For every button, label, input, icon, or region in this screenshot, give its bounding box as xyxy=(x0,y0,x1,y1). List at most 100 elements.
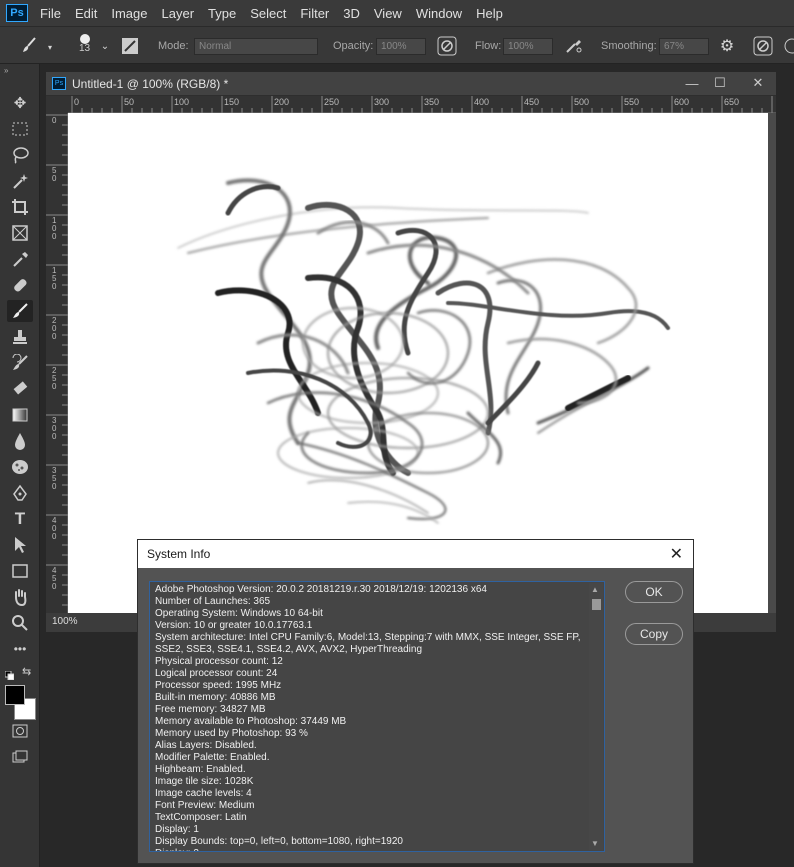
document-ps-icon: Ps xyxy=(52,77,66,90)
opacity-input[interactable]: 100% xyxy=(376,38,426,55)
ruler-v-label: 0 xyxy=(52,116,57,125)
mode-select[interactable]: Normal xyxy=(194,38,318,55)
brush-tool-preset-icon[interactable] xyxy=(18,35,40,55)
ruler-v-label: 50 xyxy=(52,166,57,183)
ruler-h-label: 300 xyxy=(374,97,390,107)
smoothing-input[interactable]: 67% xyxy=(659,38,709,55)
type-tool-icon[interactable]: T xyxy=(7,508,33,530)
menu-layer[interactable]: Layer xyxy=(162,6,195,21)
menu-file[interactable]: File xyxy=(40,6,61,21)
flow-input[interactable]: 100% xyxy=(503,38,553,55)
chevron-down-icon[interactable]: ▾ xyxy=(46,43,54,52)
info-line: Font Preview: Medium xyxy=(155,800,255,811)
info-line: Memory used by Photoshop: 93 % xyxy=(155,728,308,739)
pressure-size-icon[interactable] xyxy=(752,35,774,57)
pressure-opacity-icon[interactable] xyxy=(436,35,458,57)
sponge-tool-icon[interactable] xyxy=(7,456,33,478)
eraser-tool-icon[interactable] xyxy=(7,378,33,400)
info-line: Image tile size: 1028K xyxy=(155,776,254,787)
lasso-tool-icon[interactable] xyxy=(7,144,33,166)
document-title-bar: Ps Untitled-1 @ 100% (RGB/8) * — ☐ ✕ xyxy=(46,72,776,96)
opacity-label: Opacity: xyxy=(333,39,374,52)
screen-mode-icon[interactable] xyxy=(7,746,33,768)
airbrush-icon[interactable] xyxy=(563,35,585,57)
blur-tool-icon[interactable] xyxy=(7,430,33,452)
menu-view[interactable]: View xyxy=(374,6,402,21)
ruler-v-label: 150 xyxy=(52,266,57,291)
scrollbar-thumb[interactable] xyxy=(592,599,601,610)
close-icon[interactable]: ✕ xyxy=(670,544,683,564)
foreground-color-swatch[interactable] xyxy=(5,685,25,705)
ruler-h-label: 600 xyxy=(674,97,690,107)
ruler-h-label: 100 xyxy=(174,97,190,107)
brush-settings-panel-icon[interactable] xyxy=(120,36,140,56)
maximize-icon[interactable]: ☐ xyxy=(706,73,734,93)
info-line: Display: 1 xyxy=(155,824,199,835)
menu-select[interactable]: Select xyxy=(250,6,286,21)
info-line: Highbeam: Enabled. xyxy=(155,764,246,775)
gradient-tool-icon[interactable] xyxy=(7,404,33,426)
marquee-tool-icon[interactable] xyxy=(7,118,33,140)
frame-tool-icon[interactable] xyxy=(7,222,33,244)
crop-tool-icon[interactable] xyxy=(7,196,33,218)
zoom-tool-icon[interactable] xyxy=(7,612,33,634)
hand-tool-icon[interactable] xyxy=(7,586,33,608)
path-selection-tool-icon[interactable] xyxy=(7,534,33,556)
quick-mask-icon[interactable] xyxy=(7,720,33,742)
info-line: System architecture: Intel CPU Family:6,… xyxy=(155,632,581,643)
menu-type[interactable]: Type xyxy=(208,6,236,21)
gear-icon[interactable]: ⚙ xyxy=(716,35,738,57)
info-line: Display Bounds: top=0, left=0, bottom=10… xyxy=(155,836,403,847)
clone-stamp-tool-icon[interactable] xyxy=(7,326,33,348)
system-info-dialog: System Info ✕ Adobe Photoshop Version: 2… xyxy=(137,539,694,864)
default-colors-icon[interactable] xyxy=(4,667,15,681)
symmetry-icon[interactable] xyxy=(782,35,794,57)
collapse-chevron-icon[interactable]: » xyxy=(4,66,8,75)
scroll-up-icon[interactable]: ▲ xyxy=(591,585,599,594)
eyedropper-tool-icon[interactable] xyxy=(7,248,33,270)
ruler-h-label: 150 xyxy=(224,97,240,107)
brush-tool-icon[interactable] xyxy=(7,300,33,322)
ruler-v-label: 350 xyxy=(52,466,57,491)
menu-3d[interactable]: 3D xyxy=(343,6,360,21)
copy-button[interactable]: Copy xyxy=(625,623,683,645)
ruler-h-label: 350 xyxy=(424,97,440,107)
chevron-down-icon[interactable]: ⌄ xyxy=(100,41,110,52)
ruler-h-label: 50 xyxy=(124,97,135,107)
ruler-h-label: 650 xyxy=(724,97,740,107)
healing-brush-tool-icon[interactable] xyxy=(7,274,33,296)
system-info-textarea[interactable]: Adobe Photoshop Version: 20.0.2 20181219… xyxy=(149,581,605,852)
history-brush-tool-icon[interactable] xyxy=(7,352,33,374)
menu-window[interactable]: Window xyxy=(416,6,462,21)
menu-image[interactable]: Image xyxy=(111,6,147,21)
canvas[interactable] xyxy=(68,113,768,613)
menu-help[interactable]: Help xyxy=(476,6,503,21)
rectangle-tool-icon[interactable] xyxy=(7,560,33,582)
menu-edit[interactable]: Edit xyxy=(75,6,97,21)
dialog-title: System Info xyxy=(147,547,211,561)
info-line: Operating System: Windows 10 64-bit xyxy=(155,608,323,619)
ruler-origin[interactable] xyxy=(46,96,68,113)
vertical-ruler: 0 50 100 150 200 250 300 350 400 450 xyxy=(46,113,68,613)
ruler-v-label: 400 xyxy=(52,516,57,541)
vertical-scrollbar[interactable]: ▲ ▼ xyxy=(589,583,603,850)
info-line: SSE2, SSE3, SSE4.1, SSE4.2, AVX, AVX2, H… xyxy=(155,644,423,655)
magic-wand-tool-icon[interactable] xyxy=(7,170,33,192)
move-tool-icon[interactable]: ✥ xyxy=(7,92,33,114)
info-line: Built-in memory: 40886 MB xyxy=(155,692,276,703)
zoom-level[interactable]: 100% xyxy=(52,616,78,627)
info-line: Adobe Photoshop Version: 20.0.2 20181219… xyxy=(155,584,487,595)
info-line: Processor speed: 1995 MHz xyxy=(155,680,282,691)
menu-filter[interactable]: Filter xyxy=(300,6,329,21)
minimize-icon[interactable]: — xyxy=(678,73,706,93)
ruler-h-label: 450 xyxy=(524,97,540,107)
ruler-h-label: 400 xyxy=(474,97,490,107)
ok-button[interactable]: OK xyxy=(625,581,683,603)
more-tools-icon[interactable]: ••• xyxy=(7,638,33,660)
scroll-down-icon[interactable]: ▼ xyxy=(591,839,599,848)
ruler-h-label: 200 xyxy=(274,97,290,107)
close-icon[interactable]: ✕ xyxy=(744,73,772,93)
pen-tool-icon[interactable] xyxy=(7,482,33,504)
swap-colors-icon[interactable]: ⇆ xyxy=(22,665,31,678)
info-line: Display: 2 xyxy=(155,848,587,851)
